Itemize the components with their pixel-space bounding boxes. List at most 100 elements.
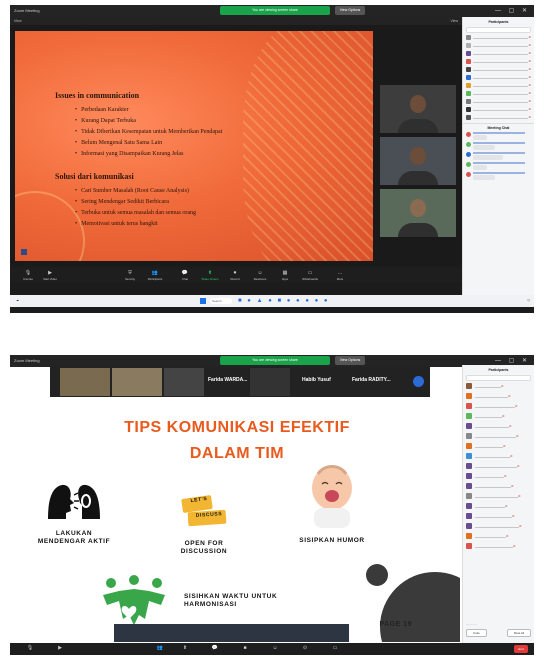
mic-muted-icon[interactable]: ⊘ [508, 394, 511, 398]
toolbar-button-4[interactable]: 💬 Chat [175, 270, 195, 281]
toolbar-icon-button-6[interactable]: ☺ [265, 645, 285, 651]
mic-muted-icon[interactable]: ⊘ [528, 51, 531, 55]
participant-row[interactable]: ⊘ [463, 481, 534, 491]
more-videos-icon[interactable] [413, 376, 424, 387]
participant-row[interactable]: ⊘ [463, 33, 534, 41]
participant-row[interactable]: ⊘ [463, 461, 534, 471]
toolbar-icon-button-2[interactable]: 👥 [150, 645, 170, 651]
participant-row[interactable]: ⊘ [463, 411, 534, 421]
toolbar-button-10[interactable]: … More [330, 270, 350, 281]
participant-row[interactable]: ⊘ [463, 491, 534, 501]
view-options-button[interactable]: View Options [335, 356, 365, 365]
participant-row[interactable]: ⊘ [463, 541, 534, 551]
view-menu-right[interactable]: View [450, 19, 458, 23]
toolbar-icon-button-4[interactable]: 💬 [205, 645, 225, 651]
toolbar-button-9[interactable]: ▭ Whiteboards [300, 270, 320, 281]
pinned-apps-icons[interactable]: ■ ● ▲ ● ■ ● ● ● ● ● [238, 298, 330, 304]
window-controls[interactable]: — ▢ ✕ [495, 357, 530, 364]
mic-muted-icon[interactable]: ⊘ [517, 464, 520, 468]
participant-row[interactable]: ⊘ [463, 81, 534, 89]
participant-row[interactable]: ⊘ [463, 501, 534, 511]
mic-muted-icon[interactable]: ⊘ [528, 107, 531, 111]
participant-row[interactable]: ⊘ [463, 431, 534, 441]
toolbar-icon-button-7[interactable]: ⊙ [295, 645, 315, 651]
start-icon[interactable] [200, 298, 206, 304]
end-meeting-button[interactable]: End [514, 645, 528, 653]
mic-muted-icon[interactable]: ⊘ [502, 414, 505, 418]
mic-muted-icon[interactable]: ⊘ [509, 424, 512, 428]
toolbar-button-2[interactable]: ⛨ Security [120, 270, 140, 281]
participant-row[interactable]: ⊘ [463, 65, 534, 73]
toolbar-icon-button-3[interactable]: ⬆ [175, 645, 195, 651]
mic-muted-icon[interactable]: ⊘ [519, 524, 522, 528]
video-tile-1[interactable] [380, 85, 456, 133]
participant-row[interactable]: ⊘ [463, 97, 534, 105]
mic-muted-icon[interactable]: ⊘ [511, 484, 514, 488]
participant-row[interactable]: ⊘ [463, 49, 534, 57]
toolbar-button-1[interactable]: ▶ Start Video [40, 270, 60, 281]
view-options-button[interactable]: View Options [335, 6, 365, 15]
toolbar-button-7[interactable]: ☺ Reactions [250, 270, 270, 281]
taskbar-search[interactable]: Search [210, 298, 232, 304]
mute-all-button[interactable]: Mute All [507, 629, 531, 637]
mic-muted-icon[interactable]: ⊘ [504, 474, 507, 478]
video-tile-3[interactable] [380, 189, 456, 237]
participant-row[interactable]: ⊘ [463, 471, 534, 481]
toolbar-icon-button-0[interactable]: 🎙 [20, 645, 40, 651]
participant-avatar [466, 543, 472, 549]
participant-row[interactable]: ⊘ [463, 441, 534, 451]
chat-avatar [466, 132, 471, 137]
mic-muted-icon[interactable]: ⊘ [505, 504, 508, 508]
mic-muted-icon[interactable]: ⊘ [516, 434, 519, 438]
mic-muted-icon[interactable]: ⊘ [510, 454, 513, 458]
mic-muted-icon[interactable]: ⊘ [503, 444, 506, 448]
mic-muted-icon[interactable]: ⊘ [528, 91, 531, 95]
participant-row[interactable]: ⊘ [463, 391, 534, 401]
participant-row[interactable]: ⊘ [463, 57, 534, 65]
mic-muted-icon[interactable]: ⊘ [506, 534, 509, 538]
mic-muted-icon[interactable]: ⊘ [512, 514, 515, 518]
view-menu-left[interactable]: View [14, 19, 22, 23]
toolbar-button-6[interactable]: ⏺ Record [225, 270, 245, 281]
mic-muted-icon[interactable]: ⊘ [528, 75, 531, 79]
mic-muted-icon[interactable]: ⊘ [528, 43, 531, 47]
mic-muted-icon[interactable]: ⊘ [528, 67, 531, 71]
participant-row[interactable]: ⊘ [463, 451, 534, 461]
mic-muted-icon[interactable]: ⊘ [528, 115, 531, 119]
participant-row[interactable]: ⊘ [463, 401, 534, 411]
participant-row[interactable]: ⊘ [463, 41, 534, 49]
participant-row[interactable]: ⊘ [463, 511, 534, 521]
toolbar-button-0[interactable]: 🎙 Unmute [18, 270, 38, 281]
video-tile-2[interactable] [380, 137, 456, 185]
video-thumb-classroom-2[interactable] [112, 368, 162, 396]
toolbar-icon-button-5[interactable]: ■ [235, 645, 255, 651]
participant-row[interactable]: ⊘ [463, 73, 534, 81]
video-thumb-person-2[interactable] [250, 368, 290, 396]
window-controls[interactable]: — ▢ ✕ [495, 7, 530, 14]
mic-muted-icon[interactable]: ⊘ [501, 384, 504, 388]
participant-row[interactable]: ⊘ [463, 521, 534, 531]
participant-row[interactable]: ⊘ [463, 113, 534, 121]
participant-row[interactable]: ⊘ [463, 381, 534, 391]
participant-row[interactable]: ⊘ [463, 421, 534, 431]
mic-muted-icon[interactable]: ⊘ [518, 494, 521, 498]
toolbar-icon-button-8[interactable]: ▭ [325, 645, 345, 651]
mic-muted-icon[interactable]: ⊘ [513, 544, 516, 548]
participant-avatar [466, 74, 471, 80]
mic-muted-icon[interactable]: ⊘ [528, 83, 531, 87]
participant-row[interactable]: ⊘ [463, 89, 534, 97]
participant-row[interactable]: ⊘ [463, 105, 534, 113]
mic-muted-icon[interactable]: ⊘ [515, 404, 518, 408]
video-thumb-classroom-1[interactable] [60, 368, 110, 396]
video-thumb-person-1[interactable] [164, 368, 204, 396]
toolbar-button-5[interactable]: ⬆ Share Screen [200, 270, 220, 281]
mic-muted-icon[interactable]: ⊘ [528, 35, 531, 39]
weather-widget[interactable]: ☁ [16, 298, 19, 302]
participant-row[interactable]: ⊘ [463, 531, 534, 541]
mic-muted-icon[interactable]: ⊘ [528, 99, 531, 103]
mic-muted-icon[interactable]: ⊘ [528, 59, 531, 63]
invite-button[interactable]: Invite [466, 629, 487, 637]
toolbar-button-8[interactable]: ▦ Apps [275, 270, 295, 281]
toolbar-button-3[interactable]: 👥 Participants [145, 270, 165, 281]
toolbar-icon-button-1[interactable]: ▶ [50, 645, 70, 651]
